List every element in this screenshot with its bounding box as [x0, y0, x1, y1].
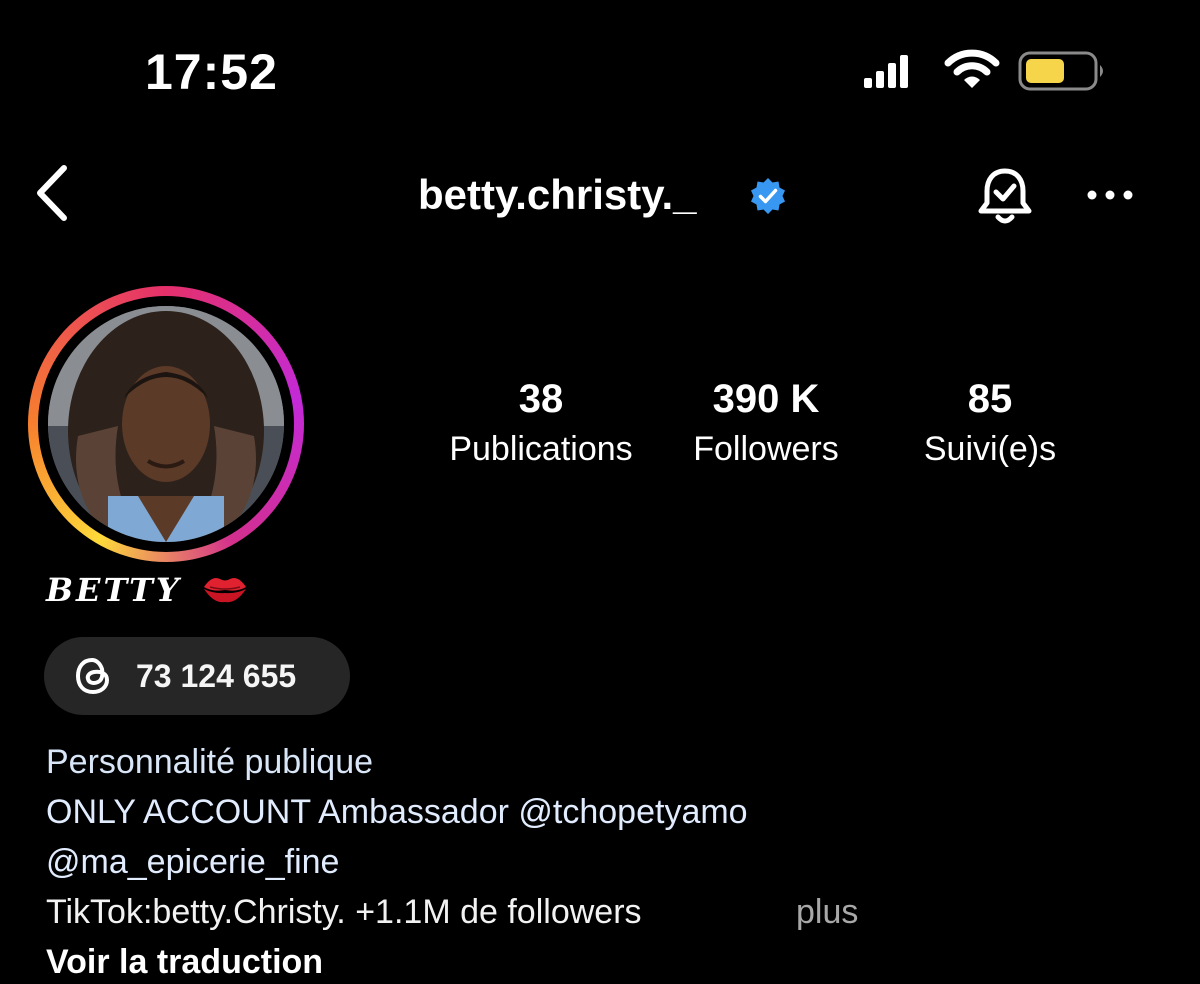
bio-line-ambassador[interactable]: ONLY ACCOUNT Ambassador @tchopetyamo — [46, 790, 748, 834]
bio-line-tiktok: TikTok:betty.Christy. +1.1M de followers — [46, 893, 642, 931]
more-options-button[interactable] — [1082, 180, 1138, 210]
profile-username: betty.christy._ — [418, 171, 697, 218]
profile-display-name: BETTY — [46, 571, 182, 609]
lips-icon — [204, 578, 246, 603]
bio-more-link[interactable]: plus — [796, 890, 858, 934]
followers-label: Followers — [693, 430, 839, 468]
status-time: 17:52 — [145, 44, 278, 100]
back-button[interactable] — [30, 162, 76, 224]
threads-count: 73 124 655 — [136, 658, 297, 694]
wifi-icon — [944, 49, 1000, 88]
threads-icon — [75, 657, 110, 695]
bio-line-mention[interactable]: @ma_epicerie_fine — [46, 840, 339, 884]
following-count: 85 — [967, 377, 1013, 421]
profile-photo — [48, 306, 284, 542]
profile-avatar-story-ring[interactable] — [28, 286, 304, 562]
see-translation-link[interactable]: Voir la traduction — [46, 940, 323, 984]
battery-icon — [1018, 51, 1103, 91]
profile-category: Personnalité publique — [46, 743, 374, 781]
verified-badge-icon — [751, 178, 785, 214]
more-horizontal-icon — [1087, 190, 1133, 200]
chevron-left-icon — [37, 165, 67, 221]
following-label: Suivi(e)s — [923, 430, 1057, 468]
threads-badge-button[interactable]: 73 124 655 — [44, 637, 350, 715]
following-count-stat[interactable]: 85 Suivi(e)s — [900, 374, 1080, 472]
cellular-signal-icon — [864, 55, 908, 88]
followers-count: 390 K — [712, 377, 820, 421]
posts-count-stat[interactable]: 38 Publications — [438, 374, 644, 472]
notification-bell-check-icon — [978, 168, 1032, 224]
posts-count: 38 — [518, 377, 564, 421]
followers-count-stat[interactable]: 390 K Followers — [668, 374, 864, 472]
posts-label: Publications — [449, 430, 633, 468]
notifications-bell-button[interactable] — [972, 165, 1038, 227]
